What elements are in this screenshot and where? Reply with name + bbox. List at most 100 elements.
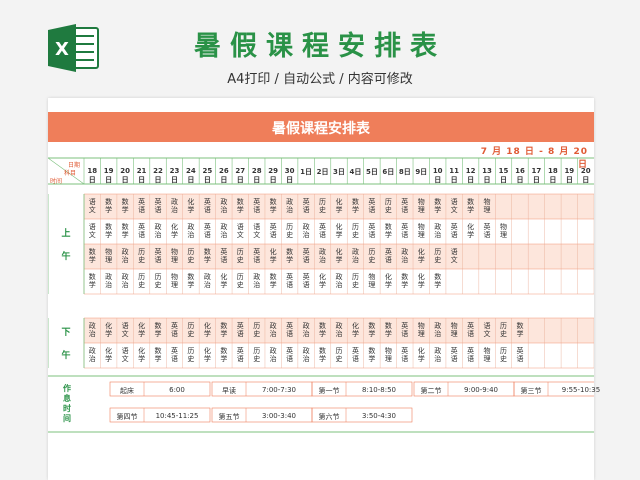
morning-cell: 物 理 <box>105 248 113 264</box>
morning-cell: 政 治 <box>170 198 178 214</box>
morning-cell: 政 治 <box>121 273 129 289</box>
afternoon-cell: 政 治 <box>302 322 310 338</box>
afternoon-cell: 英 语 <box>401 322 409 338</box>
morning-cell: 数 学 <box>467 198 475 214</box>
morning-cell: 英 语 <box>483 223 491 239</box>
morning-cell: 物 理 <box>368 273 376 289</box>
morning-cell: 历 史 <box>138 248 146 264</box>
morning-cell: 数 学 <box>384 223 392 239</box>
afternoon-cell: 英 语 <box>450 347 458 363</box>
afternoon-cell: 英 语 <box>236 322 244 338</box>
morning-cell: 数 学 <box>401 273 409 289</box>
date-header: 22日 <box>153 167 163 184</box>
date-header: 3日 <box>333 168 345 176</box>
rest-item-name: 早读 <box>222 387 236 395</box>
date-header: 13日 <box>482 167 492 184</box>
afternoon-cell: 化 学 <box>203 322 211 338</box>
rest-item-time: 9:55-10:35 <box>561 386 601 394</box>
afternoon-cell: 数 学 <box>368 347 376 363</box>
morning-cell: 历 史 <box>368 248 376 264</box>
date-header: 12日 <box>465 167 476 184</box>
date-header: 20日 <box>580 167 591 184</box>
date-header: 21日 <box>136 167 147 184</box>
date-header: 19日 <box>103 167 114 184</box>
afternoon-cell: 语 文 <box>121 347 129 363</box>
morning-cell: 语 文 <box>450 198 458 214</box>
date-header: 27日 <box>235 167 246 184</box>
table-grid <box>48 157 594 433</box>
morning-cell: 化 学 <box>384 273 392 289</box>
morning-cell: 政 治 <box>253 273 261 289</box>
rest-item-time: 3:00-3:40 <box>262 412 296 420</box>
rest-item-time: 3:50-4:30 <box>362 412 396 420</box>
afternoon-cell: 化 学 <box>138 347 146 363</box>
morning-cell: 物 理 <box>500 223 507 239</box>
morning-cell: 数 学 <box>269 198 277 214</box>
afternoon-cell: 数 学 <box>516 322 524 338</box>
morning-cell: 英 语 <box>203 223 211 239</box>
date-header: 19日 <box>564 167 575 184</box>
date-header: 9日 <box>415 168 428 176</box>
morning-cell: 英 语 <box>203 198 211 214</box>
afternoon-cell: 数 学 <box>154 347 162 363</box>
date-header: 18日 <box>547 167 558 184</box>
page-title: 暑假课程安排表 <box>194 31 446 62</box>
rest-item-time: 9:00-9:40 <box>464 386 498 394</box>
date-header: 23日 <box>169 167 180 184</box>
morning-cell: 英 语 <box>368 223 376 239</box>
afternoon-cell: 历 史 <box>187 322 195 338</box>
morning-cell: 数 学 <box>269 273 277 289</box>
date-header: 30日 <box>284 167 295 184</box>
afternoon-cell: 英 语 <box>286 347 294 363</box>
date-header: 24日 <box>186 167 196 184</box>
morning-cell: 政 治 <box>203 273 211 289</box>
afternoon-cell: 化 学 <box>351 322 359 338</box>
morning-cell: 政 治 <box>286 198 294 214</box>
morning-cell: 英 语 <box>269 223 277 239</box>
morning-cell: 英 语 <box>302 198 310 214</box>
morning-cell: 数 学 <box>88 273 96 289</box>
afternoon-cell: 物 理 <box>384 347 392 363</box>
afternoon-period-label: 下 午 <box>61 328 71 361</box>
morning-cell: 英 语 <box>302 248 310 264</box>
morning-cell: 语 文 <box>450 248 458 264</box>
date-header: 26日 <box>218 167 229 184</box>
afternoon-cell: 化 学 <box>105 322 113 338</box>
morning-cell: 化 学 <box>335 248 343 264</box>
afternoon-cell: 数 学 <box>220 347 228 363</box>
morning-cell: 政 治 <box>335 273 343 289</box>
morning-cell: 历 史 <box>236 248 244 264</box>
afternoon-cell: 历 史 <box>253 347 261 363</box>
morning-cell: 政 治 <box>154 223 162 239</box>
schedule-sheet: 暑假课程安排表 7 月 18 日 - 8 月 20 日 日期 科目 时间 18日 19日… <box>48 98 600 480</box>
morning-cell: 历 史 <box>286 223 294 239</box>
date-header: 10日 <box>432 167 443 184</box>
afternoon-cell: 政 治 <box>88 347 96 363</box>
morning-cell: 历 史 <box>138 273 146 289</box>
morning-cell: 化 学 <box>417 273 425 289</box>
rest-item-time: 8:10-8:50 <box>362 386 396 394</box>
morning-cell: 政 治 <box>105 273 113 289</box>
morning-cell: 数 学 <box>121 198 129 214</box>
afternoon-cell: 数 学 <box>384 322 392 338</box>
morning-cell: 化 学 <box>220 273 228 289</box>
morning-cell: 英 语 <box>401 198 409 214</box>
rest-item-time: 6:00 <box>169 386 185 394</box>
afternoon-cell: 英 语 <box>170 322 178 338</box>
morning-cell: 数 学 <box>286 248 294 264</box>
morning-cell: 英 语 <box>154 198 162 214</box>
afternoon-cell: 政 治 <box>434 322 442 338</box>
date-header: 25日 <box>202 167 213 184</box>
morning-cell: 数 学 <box>121 223 129 239</box>
page-subtitle: A4打印 / 自动公式 / 内容可修改 <box>227 72 413 87</box>
afternoon-cell: 英 语 <box>516 347 524 363</box>
morning-cell: 历 史 <box>319 198 327 214</box>
afternoon-cell: 历 史 <box>335 347 343 363</box>
morning-cell: 历 史 <box>351 223 359 239</box>
morning-cell: 政 治 <box>220 223 228 239</box>
afternoon-cell: 化 学 <box>417 347 425 363</box>
morning-cell: 英 语 <box>450 223 458 239</box>
afternoon-cell: 历 史 <box>187 347 195 363</box>
afternoon-cell: 语 文 <box>121 322 129 338</box>
afternoon-cell: 英 语 <box>236 347 244 363</box>
